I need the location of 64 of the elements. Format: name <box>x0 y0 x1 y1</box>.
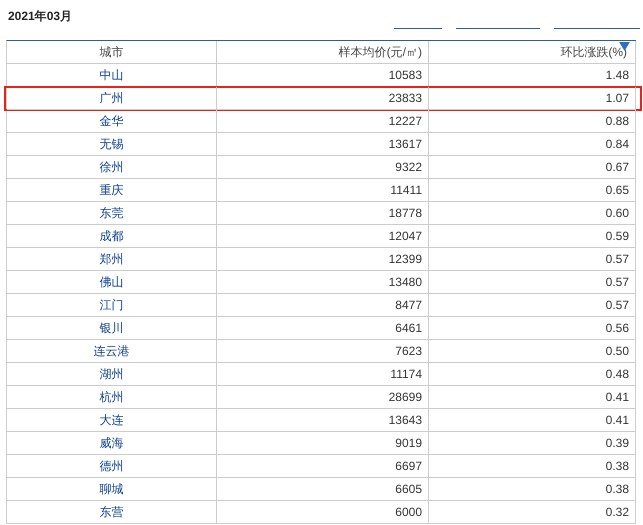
table-cell: 1.07 <box>429 87 636 110</box>
city-link[interactable]: 德州 <box>100 458 124 474</box>
table-cell: 0.57 <box>429 248 636 271</box>
table-cell: 8477 <box>217 294 429 317</box>
city-link[interactable]: 大连 <box>100 412 124 428</box>
table-cell: 0.38 <box>429 455 636 478</box>
table-cell: 0.41 <box>429 386 636 409</box>
table-cell: 11174 <box>217 363 429 386</box>
table-cell: 12399 <box>217 248 429 271</box>
table-cell: 28699 <box>217 386 429 409</box>
city-link[interactable]: 无锡 <box>100 136 124 152</box>
table-cell: 12227 <box>217 110 429 133</box>
table-cell: 6605 <box>217 478 429 501</box>
city-link[interactable]: 威海 <box>100 434 124 452</box>
table-cell: 6000 <box>217 501 429 524</box>
table-cell: 23833 <box>217 87 429 110</box>
table-cell: 0.50 <box>429 340 636 363</box>
city-link[interactable]: 聊城 <box>100 480 124 498</box>
table-cell: 12047 <box>217 225 429 248</box>
table-cell: 0.67 <box>429 156 636 179</box>
table-cell: 0.60 <box>429 202 636 225</box>
table-cell: 0.41 <box>429 409 636 432</box>
table-cell: 13480 <box>217 271 429 294</box>
table-cell: 9019 <box>217 432 429 455</box>
city-link[interactable]: 江门 <box>100 296 124 314</box>
table-cell: 0.59 <box>429 225 636 248</box>
date-title: 2021年03月 <box>8 8 72 25</box>
table-cell: 0.57 <box>429 271 636 294</box>
table-cell: 13617 <box>217 133 429 156</box>
city-link[interactable]: 东营 <box>100 504 124 520</box>
table-cell: 6461 <box>217 317 429 340</box>
table-cell: 7623 <box>217 340 429 363</box>
city-link[interactable]: 中山 <box>100 66 124 84</box>
table-cell: 0.56 <box>429 317 636 340</box>
column-header[interactable]: 环比涨跌(%) <box>429 41 636 64</box>
table-cell: 0.88 <box>429 110 636 133</box>
table-cell: 0.38 <box>429 478 636 501</box>
table-cell: 11411 <box>217 179 429 202</box>
city-link[interactable]: 佛山 <box>100 274 124 290</box>
city-link[interactable]: 郑州 <box>100 250 124 268</box>
city-link[interactable]: 成都 <box>100 228 124 244</box>
city-link[interactable]: 徐州 <box>100 158 124 176</box>
table-cell: 0.65 <box>429 179 636 202</box>
table-cell: 6697 <box>217 455 429 478</box>
table-cell: 18778 <box>217 202 429 225</box>
city-link[interactable]: 东莞 <box>100 204 124 222</box>
city-link[interactable]: 湖州 <box>100 366 124 382</box>
city-link[interactable]: 广州 <box>100 90 124 106</box>
city-link[interactable]: 金华 <box>100 112 124 130</box>
city-link[interactable]: 连云港 <box>94 342 130 360</box>
table-cell: 1.48 <box>429 64 636 87</box>
table-cell: 9322 <box>217 156 429 179</box>
table-cell: 0.84 <box>429 133 636 156</box>
table-cell: 0.48 <box>429 363 636 386</box>
city-link[interactable]: 杭州 <box>100 388 124 406</box>
table-cell: 0.39 <box>429 432 636 455</box>
table-cell: 0.32 <box>429 501 636 524</box>
column-header[interactable]: 样本均价(元/㎡) <box>217 41 429 64</box>
table-cell: 0.57 <box>429 294 636 317</box>
city-link[interactable]: 重庆 <box>100 182 124 198</box>
city-link[interactable]: 银川 <box>100 320 124 336</box>
column-header[interactable]: 城市 <box>7 41 217 64</box>
table-cell: 13643 <box>217 409 429 432</box>
table-cell: 10583 <box>217 64 429 87</box>
